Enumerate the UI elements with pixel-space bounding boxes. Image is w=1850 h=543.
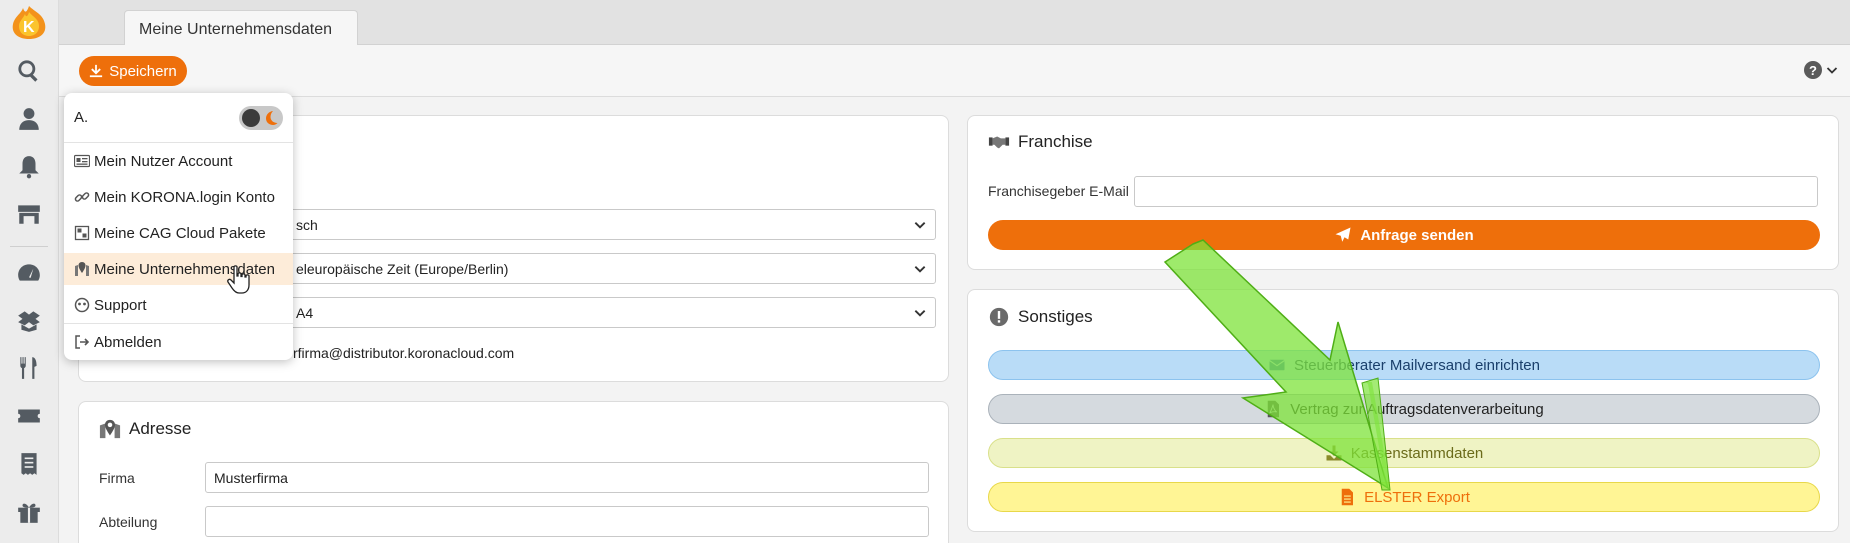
chevron-down-icon — [914, 266, 926, 273]
firma-input[interactable]: Musterfirma — [205, 462, 929, 493]
package-icon — [74, 225, 90, 241]
timezone-select[interactable]: eleuropäische Zeit (Europe/Berlin) — [285, 253, 936, 284]
map-marker-icon — [75, 262, 89, 276]
elster-export-label: ELSTER Export — [1364, 488, 1470, 506]
menu-item-label: Meine CAG Cloud Pakete — [94, 224, 266, 242]
chevron-down-icon — [1826, 67, 1838, 74]
help-icon: ? — [1804, 61, 1822, 79]
bell-icon[interactable] — [12, 152, 46, 182]
download-icon — [90, 64, 103, 78]
envelope-icon — [1269, 359, 1285, 371]
franchise-title-text: Franchise — [1018, 132, 1093, 151]
menu-item-cloud-packages[interactable]: Meine CAG Cloud Pakete — [64, 217, 293, 249]
menu-item-label: Meine Unternehmensdaten — [94, 260, 275, 278]
menu-divider — [64, 323, 293, 324]
menu-item-label: Mein Nutzer Account — [94, 152, 233, 170]
box-open-icon[interactable] — [12, 305, 46, 335]
elster-export-button[interactable]: ELSTER Export — [988, 482, 1820, 512]
franchise-panel: Franchise Franchisegeber E-Mail Anfrage … — [967, 115, 1839, 270]
franchise-email-label: Franchisegeber E-Mail — [988, 183, 1129, 199]
korona-logo-icon[interactable]: K — [9, 4, 49, 40]
tax-advisor-mail-label: Steuerberater Mailversand einrichten — [1294, 356, 1540, 374]
menu-user-name: A. — [74, 109, 89, 126]
sidebar-divider — [10, 246, 48, 247]
menu-item-label: Mein KORONA.login Konto — [94, 188, 275, 206]
language-select[interactable]: sch — [285, 209, 936, 240]
map-marker-icon — [99, 419, 121, 439]
franchise-email-input[interactable] — [1134, 176, 1818, 207]
firma-label: Firma — [99, 470, 135, 486]
search-icon[interactable] — [12, 56, 46, 86]
menu-divider — [64, 142, 293, 143]
order-processing-contract-label: Vertrag zur Auftragsdatenverarbeitung — [1290, 400, 1544, 418]
user-dropdown-menu: A. Mein Nutzer Account Mein KORONA.login… — [64, 93, 293, 360]
sidebar: K — [0, 0, 59, 543]
sign-out-icon — [75, 335, 90, 349]
menu-item-logout[interactable]: Abmelden — [64, 326, 293, 358]
sonstiges-panel: Sonstiges Steuerberater Mailversand einr… — [967, 289, 1839, 532]
cash-register-master-data-button[interactable]: Kassenstammdaten — [988, 438, 1820, 468]
id-card-icon — [74, 154, 90, 168]
address-title-text: Adresse — [129, 419, 192, 438]
toggle-knob — [242, 109, 260, 127]
cash-register-master-data-label: Kassenstammdaten — [1350, 444, 1484, 462]
menu-item-korona-login[interactable]: Mein KORONA.login Konto — [64, 181, 293, 213]
receipt-icon[interactable] — [12, 449, 46, 479]
address-title: Adresse — [99, 418, 191, 440]
save-button-label: Speichern — [109, 62, 177, 80]
chevron-down-icon — [914, 222, 926, 229]
paper-format-select[interactable]: A4 — [285, 297, 936, 328]
file-icon — [1341, 488, 1354, 506]
sonstiges-title-text: Sonstiges — [1018, 307, 1093, 326]
tab-meine-unternehmensdaten[interactable]: Meine Unternehmensdaten — [124, 10, 358, 46]
save-button[interactable]: Speichern — [79, 56, 187, 86]
pdf-icon — [1268, 400, 1280, 418]
tax-advisor-mail-button[interactable]: Steuerberater Mailversand einrichten — [988, 350, 1820, 380]
franchise-title: Franchise — [988, 131, 1093, 153]
menu-item-company-data[interactable]: Meine Unternehmensdaten — [64, 253, 293, 285]
paper-plane-icon — [1335, 227, 1351, 242]
menu-item-label: Support — [94, 296, 147, 314]
abteilung-label: Abteilung — [99, 514, 158, 530]
ticket-icon[interactable] — [12, 401, 46, 431]
gift-icon[interactable] — [12, 497, 46, 527]
menu-item-label: Abmelden — [94, 333, 162, 351]
exclamation-circle-icon — [989, 307, 1009, 327]
link-icon — [74, 192, 90, 202]
timezone-select-value: eleuropäische Zeit (Europe/Berlin) — [296, 261, 509, 277]
menu-item-user-account[interactable]: Mein Nutzer Account — [64, 145, 293, 177]
utensils-icon[interactable] — [12, 353, 46, 383]
menu-item-support[interactable]: Support — [64, 289, 293, 321]
sonstiges-title: Sonstiges — [988, 306, 1093, 328]
language-select-value: sch — [296, 217, 318, 233]
paper-format-select-value: A4 — [296, 305, 314, 321]
support-icon — [74, 297, 90, 313]
toolbar: Speichern ? — [59, 45, 1850, 97]
store-icon[interactable] — [12, 199, 46, 229]
send-request-button[interactable]: Anfrage senden — [988, 220, 1820, 250]
dark-mode-toggle[interactable] — [239, 106, 283, 130]
handshake-icon — [988, 136, 1010, 149]
address-panel: Adresse Firma Musterfirma Abteilung — [78, 401, 949, 543]
company-email-text: rfirma@distributor.koronacloud.com — [293, 345, 515, 361]
order-processing-contract-button[interactable]: Vertrag zur Auftragsdatenverarbeitung — [988, 394, 1820, 424]
help-menu[interactable]: ? — [1804, 61, 1838, 79]
dashboard-gauge-icon[interactable] — [12, 258, 46, 288]
chevron-down-icon — [914, 310, 926, 317]
download-icon — [1326, 445, 1342, 461]
send-request-label: Anfrage senden — [1360, 226, 1474, 244]
abteilung-input[interactable] — [205, 506, 929, 537]
moon-icon — [266, 111, 278, 125]
svg-text:K: K — [23, 19, 35, 36]
user-icon[interactable] — [12, 104, 46, 134]
tab-bar: Meine Unternehmensdaten — [59, 0, 1850, 46]
